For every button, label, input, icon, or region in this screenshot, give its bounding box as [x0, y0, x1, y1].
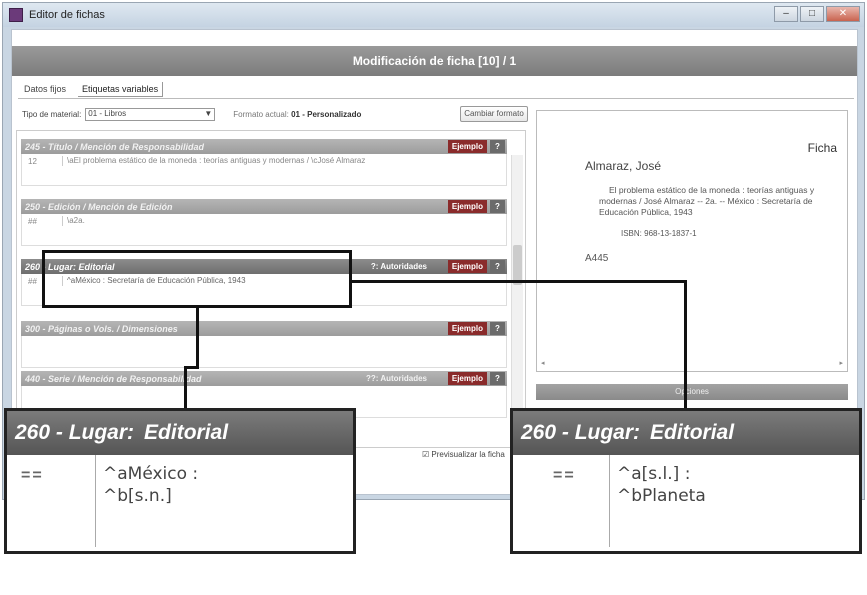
zoom-left-tag-second: Editorial: [144, 421, 229, 444]
ficha-description: El problema estático de la moneda : teor…: [599, 185, 815, 217]
cambiar-formato-button[interactable]: Cambiar formato: [460, 106, 528, 122]
field-245-header: 245 - Título / Mención de Responsabilida…: [21, 139, 507, 154]
autoridades-link[interactable]: ??: Autoridades: [366, 374, 427, 383]
field-indicators[interactable]: ##: [28, 277, 37, 286]
zoom-right-indicators: ==: [553, 467, 576, 484]
connector-line: [196, 308, 199, 368]
formato-label: Formato actual: 01 - Personalizado: [233, 110, 362, 119]
opciones-bar[interactable]: Opciones: [536, 384, 848, 400]
fields-scrollbar[interactable]: [511, 155, 523, 435]
help-button[interactable]: ?: [490, 260, 505, 273]
page-title: Modificación de ficha [10] / 1: [12, 46, 857, 76]
minimize-icon[interactable]: –: [774, 6, 798, 22]
help-button[interactable]: ?: [490, 200, 505, 213]
connector-line: [184, 366, 187, 410]
zoom-left-line2: ^b[s.n.]: [103, 486, 172, 506]
zoom-left-body: == ^aMéxico : ^b[s.n.]: [7, 455, 353, 595]
field-440-header: 440 - Serie / Mención de Responsabilidad…: [21, 371, 507, 386]
chevron-down-icon: ▼: [204, 109, 213, 118]
field-245: 245 - Título / Mención de Responsabilida…: [21, 139, 507, 186]
preview-checkbox[interactable]: ☑ Previsualizar la ficha: [422, 450, 505, 459]
zoom-right-tag-second: Editorial: [650, 421, 735, 444]
material-select[interactable]: 01 - Libros ▼: [85, 108, 216, 121]
field-250: 250 - Edición / Mención de Edición Ejemp…: [21, 199, 507, 246]
zoom-left-indicators: ==: [21, 467, 44, 484]
field-300-tag: 300 - Páginas o Vols. / Dimensiones: [25, 323, 178, 334]
maximize-icon[interactable]: □: [800, 6, 824, 22]
material-row: Tipo de material: 01 - Libros ▼ Formato …: [22, 108, 361, 121]
scroll-thumb[interactable]: [513, 245, 522, 285]
field-indicators[interactable]: 12: [28, 157, 37, 166]
help-button[interactable]: ?: [490, 140, 505, 153]
zoom-right-body: == ^a[s.l.] : ^bPlaneta: [513, 455, 859, 595]
zoom-left-line1: ^aMéxico :: [103, 464, 199, 484]
connector-line: [684, 280, 687, 410]
ejemplo-button[interactable]: Ejemplo: [447, 140, 487, 153]
ficha-preview-panel: Ficha Almaraz, José El problema estático…: [536, 110, 848, 372]
help-button[interactable]: ?: [490, 322, 505, 335]
scroll-right-icon[interactable]: ▸: [839, 359, 843, 367]
field-300: 300 - Páginas o Vols. / Dimensiones Ejem…: [21, 321, 507, 368]
material-selected: 01 - Libros: [88, 109, 127, 118]
material-label: Tipo de material:: [22, 110, 82, 119]
help-button[interactable]: ?: [490, 372, 505, 385]
tab-divider: [18, 98, 854, 99]
scroll-left-icon[interactable]: ◂: [541, 359, 545, 367]
zoom-right-header: 260 - Lugar: Editorial: [513, 411, 859, 455]
ficha-isbn: ISBN: 968-13-1837-1: [621, 229, 697, 238]
field-250-body[interactable]: ## \a2a.: [21, 214, 507, 246]
app-icon: [9, 8, 23, 22]
ficha-title: Ficha: [807, 141, 837, 155]
formato-value: 01 - Personalizado: [291, 110, 362, 119]
field-245-tag: 245 - Título / Mención de Responsabilida…: [25, 141, 205, 152]
connector-line: [352, 280, 686, 283]
zoom-right-values: ^a[s.l.] : ^bPlaneta: [617, 463, 706, 507]
field-440-tag: 440 - Serie / Mención de Responsabilidad: [25, 373, 202, 384]
field-value[interactable]: \aEl problema estático de la moneda : te…: [62, 156, 482, 166]
close-icon[interactable]: ✕: [826, 6, 860, 22]
field-245-body[interactable]: 12 \aEl problema estático de la moneda :…: [21, 154, 507, 186]
tab-bar: Datos fijos Etiquetas variables: [20, 82, 164, 97]
field-indicators[interactable]: ##: [28, 217, 37, 226]
ejemplo-button[interactable]: Ejemplo: [447, 372, 487, 385]
tab-etiquetas-variables[interactable]: Etiquetas variables: [78, 82, 164, 97]
autoridades-link[interactable]: ?: Autoridades: [371, 262, 427, 271]
zoom-left-values: ^aMéxico : ^b[s.n.]: [103, 463, 198, 507]
zoom-callout-left: 260 - Lugar: Editorial == ^aMéxico : ^b[…: [4, 408, 356, 554]
field-300-header: 300 - Páginas o Vols. / Dimensiones Ejem…: [21, 321, 507, 336]
ejemplo-button[interactable]: Ejemplo: [447, 322, 487, 335]
zoom-left-tag: 260 - Lugar:: [15, 421, 135, 444]
zoom-right-line2: ^bPlaneta: [617, 486, 706, 506]
window-controls: – □ ✕: [774, 6, 860, 22]
ficha-classification: A445: [585, 253, 609, 264]
tab-datos-fijos[interactable]: Datos fijos: [20, 82, 70, 97]
window-titlebar: Editor de fichas – □ ✕: [3, 3, 864, 27]
preview-checkbox-label: Previsualizar la ficha: [431, 450, 505, 459]
ejemplo-button[interactable]: Ejemplo: [447, 200, 487, 213]
zoom-right-line1: ^a[s.l.] :: [617, 464, 691, 484]
zoom-right-divider: [609, 455, 610, 547]
zoom-left-divider: [95, 455, 96, 547]
field-300-body[interactable]: [21, 336, 507, 368]
zoom-left-header: 260 - Lugar: Editorial: [7, 411, 353, 455]
field-250-header: 250 - Edición / Mención de Edición Ejemp…: [21, 199, 507, 214]
ficha-horizontal-scrollbar[interactable]: ◂ ▸: [541, 359, 843, 367]
field-value[interactable]: \a2a.: [62, 216, 482, 226]
window-title: Editor de fichas: [29, 9, 105, 21]
checkbox-icon[interactable]: ☑: [422, 450, 429, 459]
zoom-right-tag: 260 - Lugar:: [521, 421, 641, 444]
highlight-frame: [42, 250, 352, 308]
ficha-author: Almaraz, José: [585, 159, 662, 173]
ejemplo-button[interactable]: Ejemplo: [447, 260, 487, 273]
field-250-tag: 250 - Edición / Mención de Edición: [25, 201, 173, 212]
zoom-callout-right: 260 - Lugar: Editorial == ^a[s.l.] : ^bP…: [510, 408, 862, 554]
